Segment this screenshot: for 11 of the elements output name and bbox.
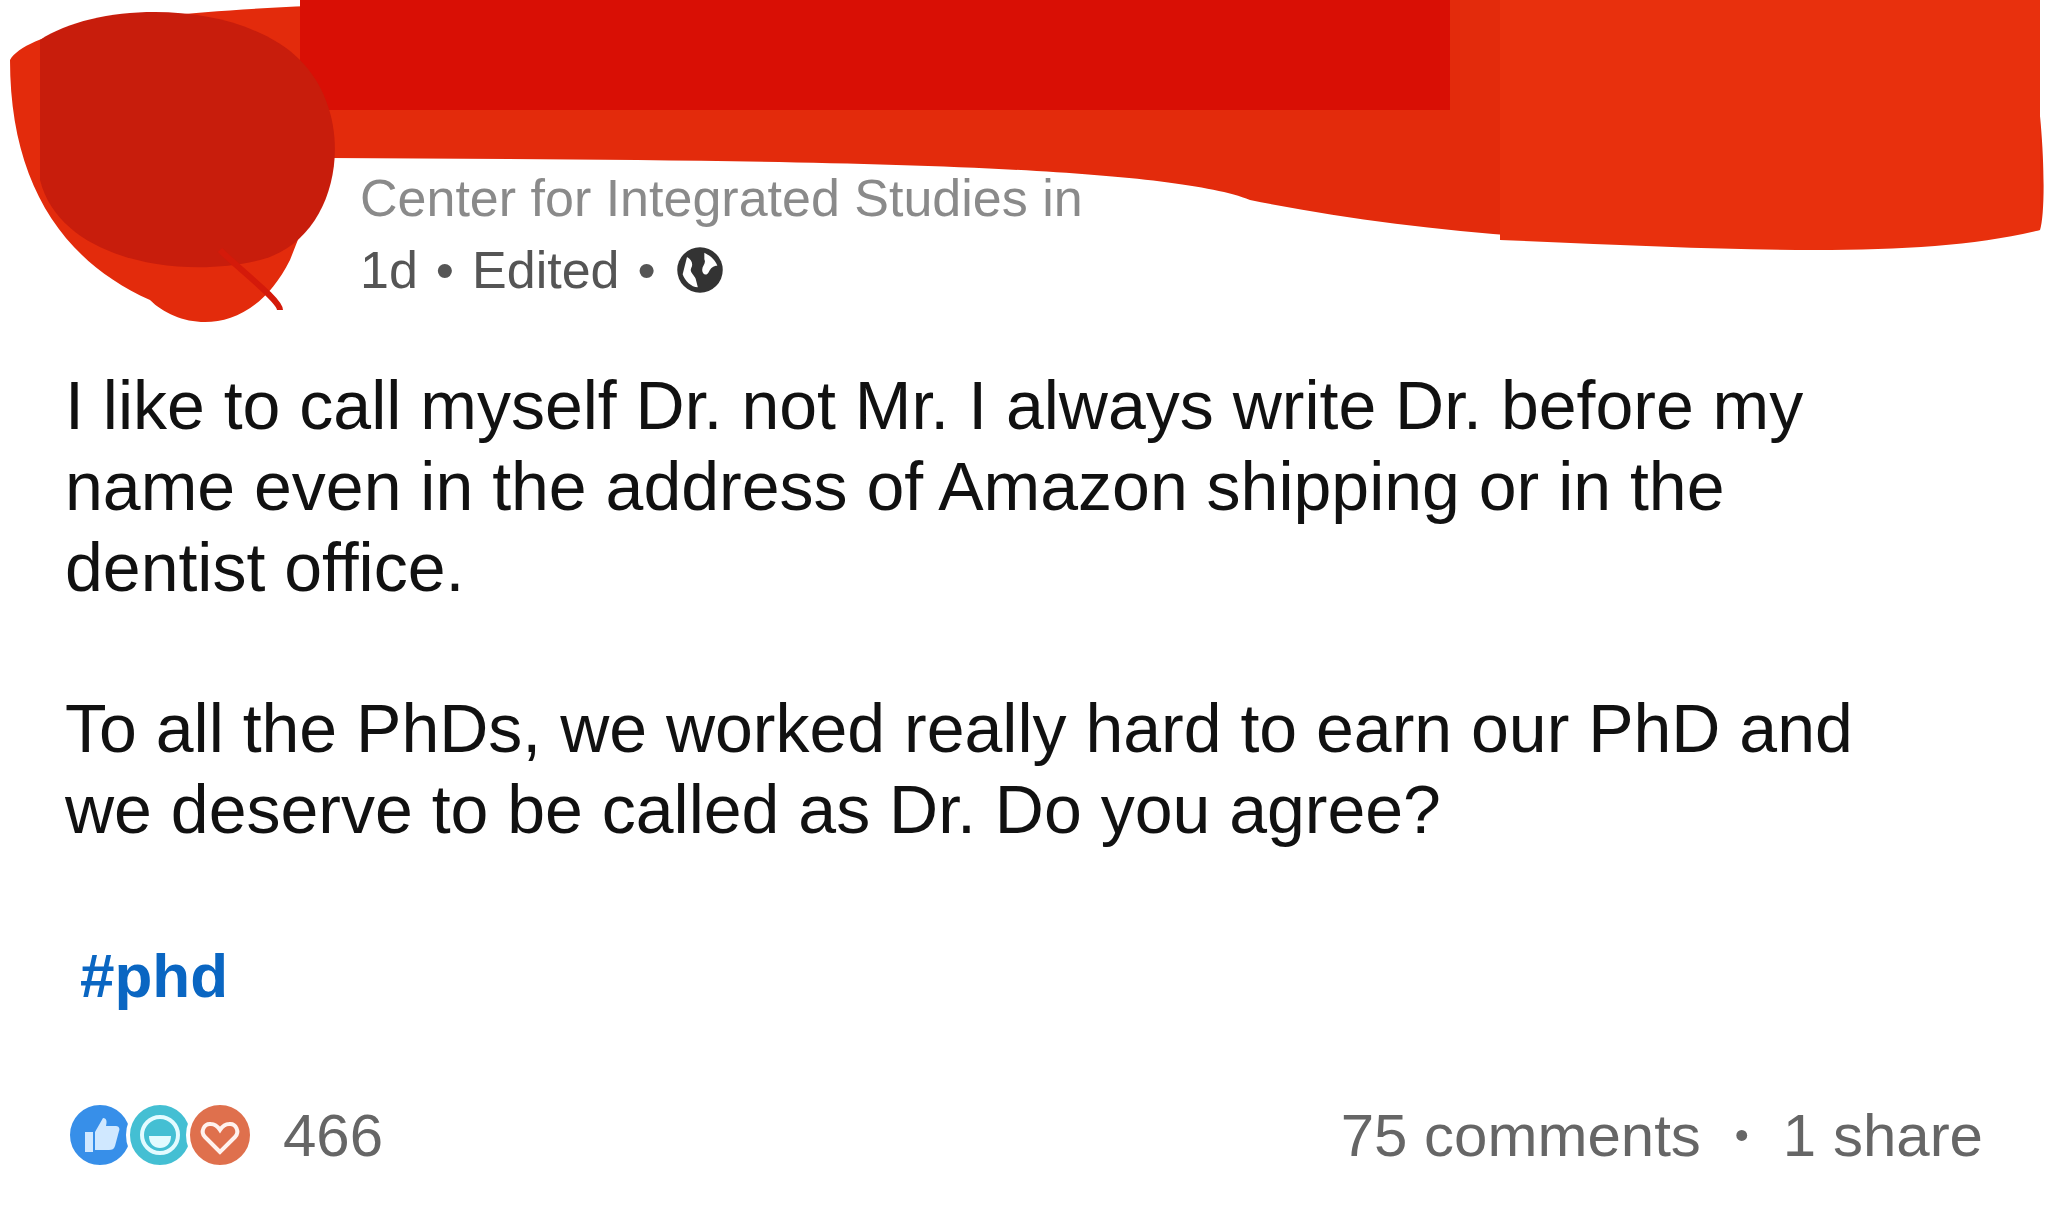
reaction-count[interactable]: 466 — [283, 1100, 384, 1170]
post-paragraph: To all the PhDs, we worked really hard to earn our PhD and we deserve to be called as Dr. Do you agree? — [65, 689, 1854, 849]
post-meta: Edited — [472, 240, 620, 300]
comments-link[interactable]: 75 comments — [1340, 1100, 1701, 1170]
post-paragraph: I like to call myself Dr. not Mr. I always write Dr. before my name even in the address of Amazon shipping or in the dentist office. — [65, 366, 1805, 607]
shares-link[interactable]: 1 share — [1782, 1100, 1983, 1170]
post-meta: 1d — [360, 240, 418, 300]
post-meta: • — [637, 240, 656, 300]
separator-dot: • — [1734, 1112, 1749, 1158]
post-meta: • — [435, 240, 455, 300]
hashtag-link[interactable]: #phd — [80, 940, 229, 1011]
